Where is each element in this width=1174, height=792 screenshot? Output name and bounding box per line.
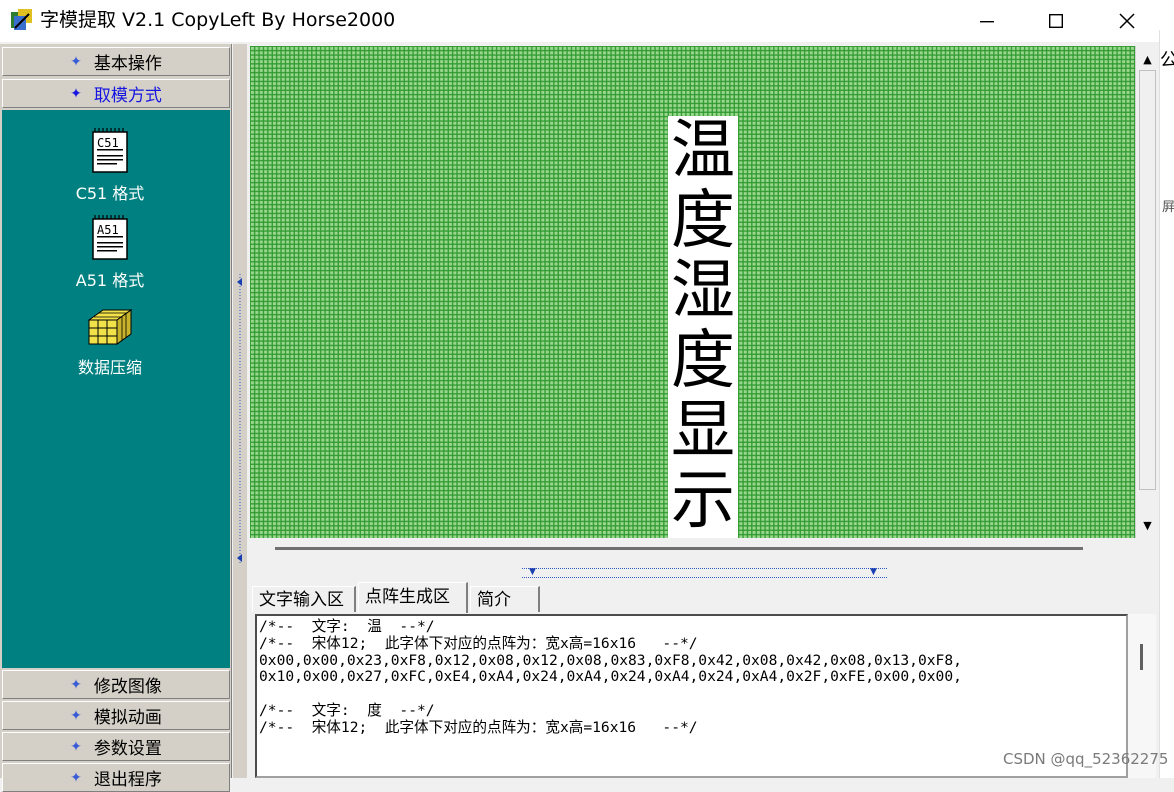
glyph-strip: 温 度 湿 度 显 示 [668,116,738,538]
a51-icon-text: A51 [97,223,119,237]
splitter-down-arrow-icon: ▼ [529,567,536,577]
watermark: CSDN @qq_52362275 [1003,750,1169,768]
c51-document-icon: C51 [92,128,128,173]
glyph-cell: 度 [671,324,735,398]
tool-data-compress[interactable]: 数据压缩 [55,306,165,378]
dot-matrix-canvas[interactable]: 温 度 湿 度 显 示 [250,46,1138,538]
panel-splitter[interactable] [233,44,247,778]
a51-document-icon: A51 [92,215,128,260]
tool-area: C51 C51 格式 A51 A51 格式 数据压缩 [2,110,230,668]
function-panel: ✦ 基本操作 ✦ 取模方式 C51 C51 格式 A51 A51 格式 数据压缩… [0,44,232,792]
scroll-thumb[interactable] [1139,70,1156,490]
title-bar: 字模提取 V2.1 CopyLeft By Horse2000 [0,0,1174,42]
splitter-down-arrow-icon: ▼ [870,567,877,577]
tool-label: A51 格式 [75,271,145,290]
splitter-grip-icon [237,274,242,564]
output-line: /*-- 宋体12; 此字体下对应的点阵为：宽x高=16x16 --*/ [259,634,698,652]
category-label: 取模方式 [93,86,162,106]
tool-c51-format[interactable]: C51 C51 格式 [55,128,165,204]
scroll-up-arrow-icon[interactable]: ▲ [1136,48,1159,70]
c51-icon-text: C51 [97,136,119,150]
star-bullet-icon: ✦ [70,676,82,693]
output-line: /*-- 宋体12; 此字体下对应的点阵为：宽x高=16x16 --*/ [259,718,698,736]
category-label: 基本操作 [93,54,162,74]
output-line: 0x00,0x00,0x23,0xF8,0x12,0x08,0x12,0x08,… [259,651,962,669]
minimize-button[interactable] [958,0,1016,42]
adjacent-window-text: 公 [1160,50,1174,71]
star-bullet-icon: ✦ [70,707,82,724]
glyph-cell: 湿 [671,254,735,328]
window-title: 字模提取 V2.1 CopyLeft By Horse2000 [40,9,396,31]
category-label: 模拟动画 [93,708,162,728]
category-modulo-method[interactable]: ✦ 取模方式 [2,79,230,108]
glyph-cell: 示 [671,464,735,538]
adjacent-window-edge [1159,30,1174,778]
scroll-down-arrow-icon[interactable]: ▼ [1136,514,1159,536]
glyph-cell: 温 [671,116,735,188]
tool-a51-format[interactable]: A51 A51 格式 [55,215,165,291]
category-label: 修改图像 [93,677,162,697]
tab-dot-matrix-output[interactable]: 点阵生成区 [358,582,468,613]
star-bullet-icon: ✦ [70,53,82,70]
maximize-button[interactable] [1027,0,1085,42]
compress-cube-icon [87,309,133,345]
maximize-icon [1049,14,1063,28]
tab-text-input[interactable]: 文字输入区 [252,586,356,612]
app-icon [10,8,34,32]
adjacent-window-text: 屛 [1162,200,1174,215]
output-text-area[interactable]: /*-- 文字: 温 --*/ /*-- 宋体12; 此字体下对应的点阵为：宽x… [255,614,1128,778]
horizontal-splitter[interactable]: ▼ ▼ [522,567,887,578]
output-line: /*-- 文字: 度 --*/ [259,701,435,719]
category-simulate-animation[interactable]: ✦ 模拟动画 [2,701,230,730]
tool-label: C51 格式 [75,184,145,203]
star-bullet-icon: ✦ [70,85,82,102]
close-icon [1119,13,1135,29]
category-modify-image[interactable]: ✦ 修改图像 [2,670,230,699]
output-line: 0x10,0x00,0x27,0xFC,0xE4,0xA4,0x24,0xA4,… [259,668,962,686]
tool-label: 数据压缩 [77,358,142,377]
canvas-vertical-scrollbar[interactable]: ▲ ▼ [1135,46,1159,538]
star-bullet-icon: ✦ [70,738,82,755]
category-label: 参数设置 [93,739,162,759]
output-scroll-thumb[interactable] [1140,644,1143,670]
tab-about[interactable]: 简介 [470,586,540,612]
glyph-cell: 度 [671,184,735,258]
glyph-cell: 显 [671,394,735,468]
close-button[interactable] [1098,0,1156,42]
output-line: /*-- 文字: 温 --*/ [259,618,435,635]
minimize-icon [980,21,994,23]
horizontal-scrollbar-track[interactable] [275,547,1083,550]
category-parameter-settings[interactable]: ✦ 参数设置 [2,732,230,761]
category-basic-operations[interactable]: ✦ 基本操作 [2,47,230,76]
